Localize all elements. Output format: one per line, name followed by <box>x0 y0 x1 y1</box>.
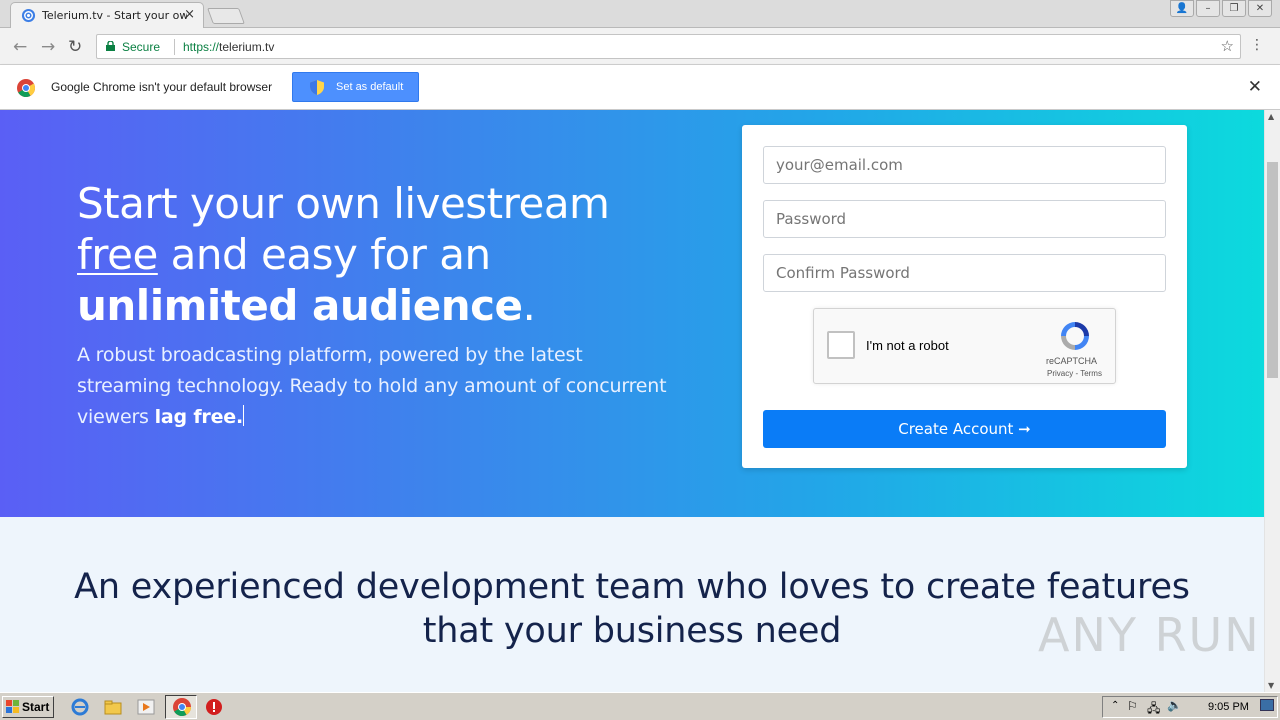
shield-icon <box>310 80 324 95</box>
chrome-icon <box>173 698 191 716</box>
address-bar[interactable]: Secure https://telerium.tv ☆ <box>96 34 1241 59</box>
window-controls: 👤 – ❐ ✕ <box>1170 0 1272 18</box>
ie-icon[interactable] <box>71 698 89 716</box>
hero-headline: Start your own livestream free and easy … <box>77 178 697 331</box>
show-desktop-icon[interactable] <box>1260 699 1274 711</box>
url-text: https://telerium.tv <box>183 40 274 54</box>
headline-line-3: unlimited audience <box>77 281 523 330</box>
minimize-icon[interactable]: – <box>1196 0 1220 17</box>
forward-icon[interactable]: → <box>41 37 55 57</box>
url-host: telerium.tv <box>219 40 275 54</box>
infobar-close-icon[interactable]: ✕ <box>1248 77 1262 97</box>
headline-line-1: Start your own livestream <box>77 179 610 228</box>
reload-icon[interactable]: ↻ <box>68 37 82 57</box>
scroll-down-icon[interactable]: ▼ <box>1268 681 1274 690</box>
browser-toolbar: ← → ↻ Secure https://telerium.tv ☆ ⋮ <box>0 28 1280 65</box>
chrome-taskbar-button[interactable] <box>165 695 197 719</box>
anyrun-watermark: ANY RUN <box>1038 608 1261 662</box>
tab-close-icon[interactable]: × <box>184 7 195 22</box>
folder-icon[interactable] <box>104 698 122 716</box>
headline-free-word: free <box>77 230 158 279</box>
recaptcha-logo-icon <box>1061 322 1089 350</box>
tab-title: Telerium.tv - Start your own <box>42 9 187 22</box>
close-window-icon[interactable]: ✕ <box>1248 0 1272 17</box>
tray-expand-icon[interactable]: ⌃ <box>1111 700 1119 711</box>
headline-line-2: and easy for an <box>157 230 491 279</box>
hero-subtext: A robust broadcasting platform, powered … <box>77 340 677 433</box>
infobar-message: Google Chrome isn't your default browser <box>51 80 273 94</box>
page-viewport: Start your own livestream free and easy … <box>0 110 1264 692</box>
flag-tray-icon[interactable]: ⚐ <box>1127 699 1138 713</box>
stop-icon[interactable] <box>205 698 223 716</box>
recaptcha-brand: reCAPTCHA <box>1046 356 1098 366</box>
scroll-up-icon[interactable]: ▲ <box>1268 112 1274 121</box>
telerium-favicon-icon <box>21 8 36 23</box>
default-browser-infobar: Google Chrome isn't your default browser… <box>0 65 1280 110</box>
network-tray-icon[interactable]: 🖧 <box>1147 699 1160 720</box>
media-player-icon[interactable] <box>137 698 155 716</box>
recaptcha-widget: I'm not a robot reCAPTCHA Privacy - Term… <box>813 308 1116 384</box>
windows-taskbar: Start ⌃ ⚐ 🖧 🔈 9:05 PM <box>0 692 1280 720</box>
hero-section: Start your own livestream free and easy … <box>0 110 1264 517</box>
recaptcha-terms-link[interactable]: Privacy - Terms <box>1047 369 1102 378</box>
back-icon[interactable]: ← <box>13 37 27 57</box>
password-field[interactable] <box>763 200 1166 238</box>
start-label: Start <box>22 700 50 714</box>
signup-card: I'm not a robot reCAPTCHA Privacy - Term… <box>742 125 1187 468</box>
confirm-password-field[interactable] <box>763 254 1166 292</box>
features-heading: An experienced development team who love… <box>74 567 1190 651</box>
create-account-button[interactable]: Create Account ➞ <box>763 410 1166 448</box>
tab-strip: Telerium.tv - Start your own × 👤 – ❐ ✕ <box>0 0 1280 28</box>
restore-icon[interactable]: ❐ <box>1222 0 1246 17</box>
user-icon[interactable]: 👤 <box>1170 0 1194 17</box>
set-as-default-button[interactable]: Set as default <box>292 72 419 102</box>
set-as-default-label: Set as default <box>336 81 404 93</box>
chrome-logo-icon <box>17 79 35 97</box>
page-scrollbar[interactable]: ▲ ▼ <box>1264 110 1280 692</box>
recaptcha-label: I'm not a robot <box>866 338 949 353</box>
start-button[interactable]: Start <box>2 696 54 718</box>
url-scheme: https:// <box>183 40 220 54</box>
features-section: An experienced development team who love… <box>0 517 1264 692</box>
omnibox-separator <box>174 39 175 55</box>
email-field[interactable] <box>763 146 1166 184</box>
new-tab-button[interactable] <box>207 8 245 24</box>
hero-subtext-bold: lag free. <box>154 406 244 428</box>
volume-tray-icon[interactable]: 🔈 <box>1167 698 1182 712</box>
recaptcha-checkbox[interactable] <box>827 331 855 359</box>
bookmark-star-icon[interactable]: ☆ <box>1221 37 1234 55</box>
scrollbar-thumb[interactable] <box>1267 162 1278 378</box>
chrome-menu-icon[interactable]: ⋮ <box>1250 37 1264 53</box>
headline-period: . <box>522 281 536 330</box>
clock: 9:05 PM <box>1208 701 1249 713</box>
lock-icon <box>106 41 115 51</box>
windows-flag-icon <box>6 700 19 713</box>
system-tray: ⌃ ⚐ 🖧 🔈 <box>1102 696 1278 718</box>
text-cursor <box>242 405 244 426</box>
secure-label: Secure <box>122 40 161 54</box>
browser-tab[interactable]: Telerium.tv - Start your own × <box>10 2 204 28</box>
